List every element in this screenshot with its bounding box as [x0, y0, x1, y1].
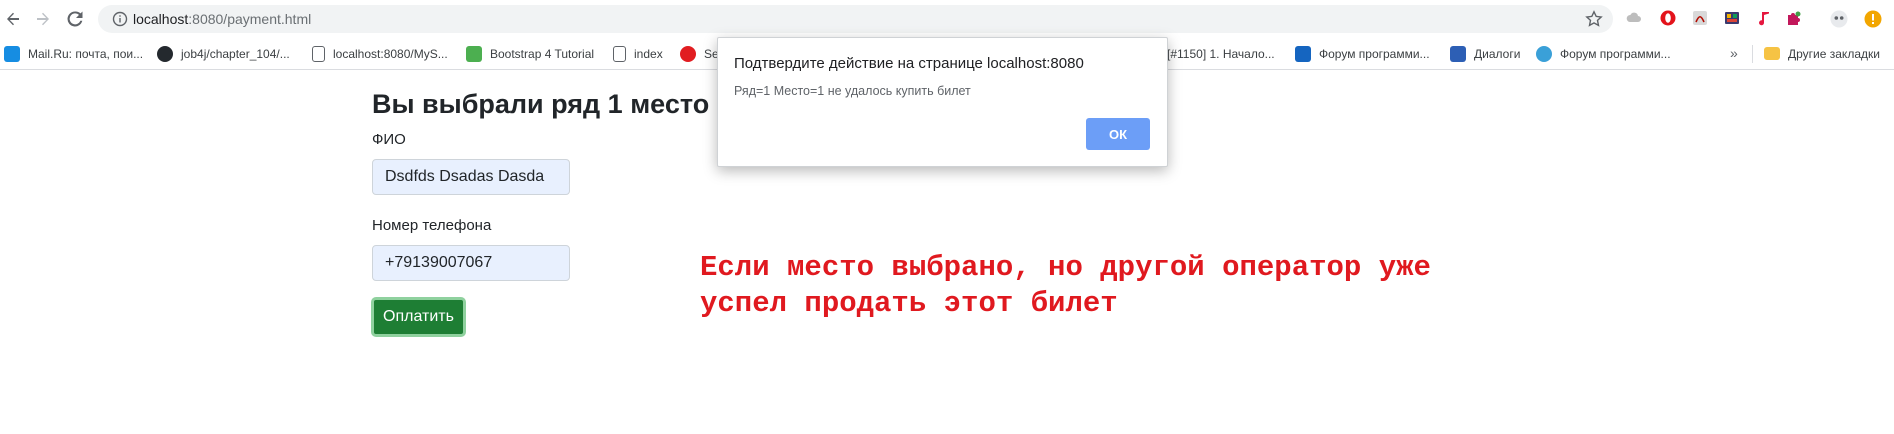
bookmark-item[interactable]: Форум программи...	[1295, 38, 1435, 69]
annotation-note: Если место выбрано, но другой оператор у…	[700, 250, 1431, 322]
music-extension-icon[interactable]	[1756, 10, 1772, 26]
update-alert-icon[interactable]	[1864, 10, 1882, 28]
bookmark-item[interactable]: job4j/chapter_104/...	[157, 38, 293, 69]
java-icon	[680, 45, 696, 62]
chat-icon	[1450, 45, 1466, 62]
bookmark-label: job4j/chapter_104/...	[181, 46, 290, 61]
bookmark-item[interactable]: [#1150] 1. Начало...	[1167, 38, 1285, 69]
fio-input[interactable]	[372, 159, 570, 195]
other-bookmarks-label: Другие закладки	[1788, 46, 1880, 61]
forum-icon	[1295, 45, 1311, 62]
bookmark-item[interactable]: index	[613, 38, 673, 69]
annotation-note-line: Если место выбрано, но другой оператор у…	[700, 251, 1431, 284]
bookmark-label: Bootstrap 4 Tutorial	[490, 46, 595, 61]
reload-icon[interactable]	[62, 6, 88, 32]
cloud-extension-icon[interactable]	[1626, 10, 1642, 26]
info-icon[interactable]	[112, 11, 128, 27]
bookmark-item[interactable]: Se	[680, 38, 720, 69]
screen-extension-icon[interactable]	[1724, 10, 1740, 26]
other-bookmarks-folder[interactable]: Другие закладки	[1764, 38, 1892, 69]
bookmark-label: index	[634, 46, 663, 61]
ok-button[interactable]: ОК	[1086, 118, 1150, 150]
page-icon	[312, 45, 325, 62]
phone-input[interactable]	[372, 245, 570, 281]
star-icon[interactable]	[1585, 10, 1603, 28]
phone-label: Номер телефона	[372, 217, 492, 234]
bookmarks-divider	[1752, 45, 1753, 63]
url-path: :8080/payment.html	[188, 11, 312, 27]
profile-avatar-icon[interactable]	[1830, 10, 1848, 28]
bookmark-label: localhost:8080/MyS...	[333, 46, 448, 61]
dialog-message: Ряд=1 Место=1 не удалось купить билет	[734, 84, 971, 98]
back-icon[interactable]	[0, 6, 26, 32]
browser-toolbar: localhost:8080/payment.html	[0, 0, 1894, 38]
fio-label: ФИО	[372, 131, 406, 148]
github-icon	[157, 45, 173, 62]
pdf-extension-icon[interactable]	[1692, 10, 1708, 26]
w3schools-icon	[466, 45, 482, 62]
confirm-dialog: Подтвердите действие на странице localho…	[717, 37, 1168, 167]
bookmark-label: Форум программи...	[1319, 46, 1430, 61]
annotation-note-line: успел продать этот билет	[700, 287, 1118, 320]
bookmark-label: Mail.Ru: почта, пои...	[28, 46, 144, 61]
dialog-title: Подтвердите действие на странице localho…	[734, 55, 1084, 72]
bookmark-label: Диалоги	[1474, 46, 1521, 61]
page-icon	[613, 45, 626, 62]
forward-icon[interactable]	[30, 6, 56, 32]
bookmark-item[interactable]: Bootstrap 4 Tutorial	[466, 38, 606, 69]
address-bar[interactable]: localhost:8080/payment.html	[98, 5, 1613, 33]
bookmark-item[interactable]: Форум программи...	[1536, 38, 1682, 69]
bookmark-label: Форум программи...	[1560, 46, 1671, 61]
folder-icon	[1764, 47, 1780, 60]
url-host: localhost	[133, 11, 189, 27]
url-text[interactable]: localhost:8080/payment.html	[133, 11, 311, 27]
page-title: Вы выбрали ряд 1 место 1,	[372, 89, 740, 119]
forum-icon	[1536, 45, 1552, 62]
bookmark-item[interactable]: Диалоги	[1450, 38, 1530, 69]
bookmarks-overflow-button[interactable]: »	[1730, 45, 1738, 61]
puzzle-extension-icon[interactable]	[1786, 10, 1802, 26]
opera-extension-icon[interactable]	[1660, 10, 1676, 26]
bookmark-item[interactable]: localhost:8080/MyS...	[312, 38, 454, 69]
bookmark-label: [#1150] 1. Начало...	[1167, 46, 1275, 61]
pay-button[interactable]: Оплатить	[371, 297, 466, 337]
mailru-icon	[4, 45, 20, 62]
bookmark-item[interactable]: Mail.Ru: почта, пои...	[4, 38, 144, 69]
